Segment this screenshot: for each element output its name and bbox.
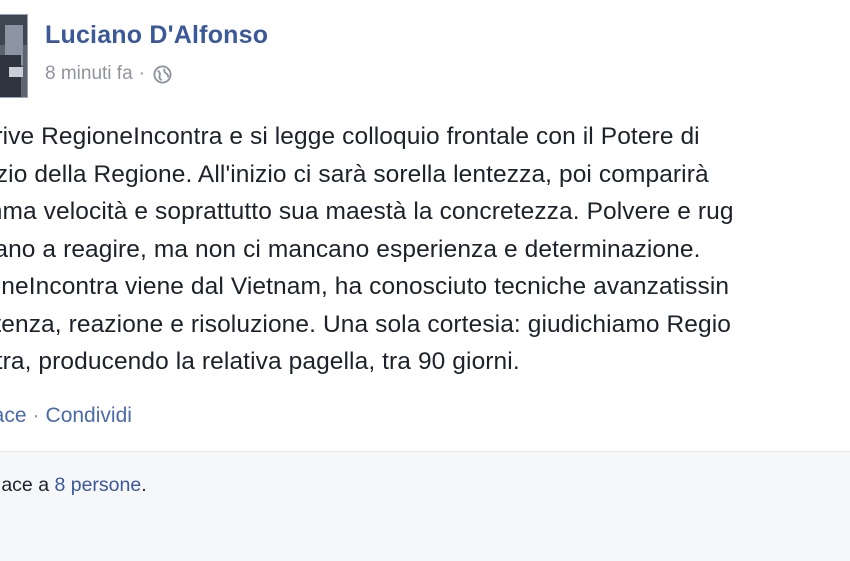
post-meta: 8 minuti fa · [45,63,172,85]
author-name-link[interactable]: Luciano D'Alfonso [45,21,268,50]
share-button[interactable]: Condividi [46,404,132,428]
meta-separator: · [138,63,145,84]
post-body: crive RegioneIncontra e si legge colloqu… [0,118,850,381]
actions-separator: · [32,404,40,427]
globe-icon[interactable] [153,64,172,84]
post-line: stenza, reazione e risoluzione. Una sola… [0,310,732,338]
avatar[interactable] [0,14,28,98]
likes-prefix: iace a [0,474,50,496]
post-line: rizio della Regione. All'inizio ci sarà … [0,160,709,188]
post-line: crive RegioneIncontra e si legge colloqu… [0,123,700,150]
likes-summary: iace a 8 persone. [0,474,147,497]
post-line: mma velocità e soprattutto sua maestà la… [0,198,734,225]
likes-suffix: . [141,474,147,496]
post-timestamp[interactable]: 8 minuti fa [45,63,133,85]
like-button[interactable]: iace [0,404,27,428]
post-actions: iace · Condividi [0,404,132,428]
likes-count-link[interactable]: 8 persone [54,474,141,496]
likes-panel: iace a 8 persone. [0,451,850,561]
post-line: ioneIncontra viene dal Vietnam, ha conos… [0,273,730,300]
post-line: vano a reagire, ma non ci mancano esperi… [0,235,701,263]
post-line: ntra, producendo la relativa pagella, tr… [0,348,520,375]
